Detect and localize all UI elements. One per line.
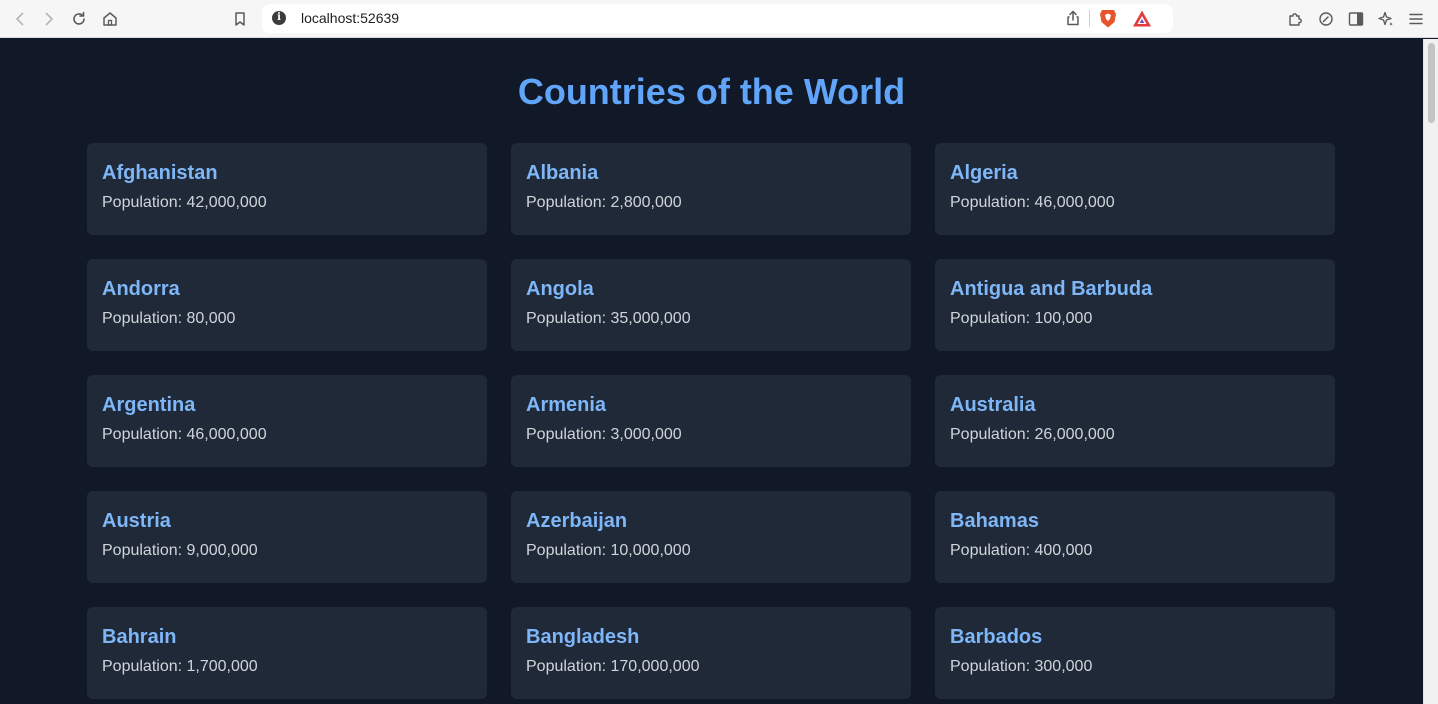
country-population: Population: 80,000 [102,310,236,327]
country-card: Albania Population: 2,800,000 [511,143,911,235]
country-name: Bahamas [950,510,1039,532]
bookmark-button[interactable] [229,8,251,30]
country-card: Australia Population: 26,000,000 [935,375,1335,467]
extensions-button[interactable] [1284,8,1306,30]
country-name: Afghanistan [102,162,218,184]
country-name: Australia [950,394,1036,416]
country-name: Algeria [950,162,1018,184]
gauge-icon [1319,12,1333,26]
country-card: Angola Population: 35,000,000 [511,259,911,351]
leo-ai-button[interactable] [1375,8,1397,30]
country-name: Antigua and Barbuda [950,278,1153,300]
country-population: Population: 170,000,000 [526,658,700,675]
country-card: Austria Population: 9,000,000 [87,491,487,583]
country-card: Bahamas Population: 400,000 [935,491,1335,583]
country-name: Albania [526,162,599,184]
hamburger-menu-icon [1409,13,1423,25]
country-card: Barbados Population: 300,000 [935,607,1335,699]
home-button[interactable] [99,8,121,30]
page-title: Countries of the World [517,71,906,112]
country-card: Afghanistan Population: 42,000,000 [87,143,487,235]
country-population: Population: 400,000 [950,542,1093,559]
brave-rewards-icon[interactable] [1132,9,1152,28]
country-population: Population: 46,000,000 [102,426,267,443]
forward-button[interactable] [38,8,60,30]
country-grid: Afghanistan Population: 42,000,000 Alban… [87,143,1335,699]
address-bar-divider [1089,10,1090,27]
site-info-icon[interactable]: i [272,11,286,25]
country-population: Population: 35,000,000 [526,310,691,327]
scrollbar-thumb[interactable] [1428,43,1435,123]
country-name: Bahrain [102,626,177,648]
share-icon[interactable] [1064,9,1082,27]
page-content: Countries of the World Afghanistan Popul… [0,39,1423,704]
country-card: Azerbaijan Population: 10,000,000 [511,491,911,583]
vertical-scrollbar[interactable] [1423,39,1438,704]
sparkle-icon [1378,11,1393,26]
country-card: Argentina Population: 46,000,000 [87,375,487,467]
country-population: Population: 26,000,000 [950,426,1115,443]
country-name: Angola [526,278,594,300]
country-population: Population: 9,000,000 [102,542,258,559]
country-population: Population: 3,000,000 [526,426,682,443]
home-icon [103,12,117,26]
country-name: Azerbaijan [526,510,628,532]
reload-icon [73,11,85,25]
country-population: Population: 100,000 [950,310,1093,327]
country-name: Barbados [950,626,1043,648]
url-text[interactable]: localhost:52639 [301,10,399,26]
browser-toolbar: i localhost:52639 [0,0,1438,38]
back-arrow-icon [16,12,24,26]
speed-reader-button[interactable] [1315,8,1337,30]
back-button[interactable] [9,8,31,30]
country-name: Armenia [526,394,607,416]
country-population: Population: 46,000,000 [950,194,1115,211]
country-card: Andorra Population: 80,000 [87,259,487,351]
country-card: Algeria Population: 46,000,000 [935,143,1335,235]
bookmark-icon [235,12,245,26]
reload-button[interactable] [68,8,90,30]
country-population: Population: 1,700,000 [102,658,258,675]
country-name: Argentina [102,394,196,416]
country-card: Armenia Population: 3,000,000 [511,375,911,467]
sidebar-button[interactable] [1345,8,1367,30]
country-name: Andorra [102,278,180,300]
address-bar[interactable]: i localhost:52639 [262,4,1173,33]
country-population: Population: 2,800,000 [526,194,682,211]
puzzle-piece-icon [1289,13,1302,26]
sidebar-icon [1348,12,1364,26]
country-card: Antigua and Barbuda Population: 100,000 [935,259,1335,351]
country-population: Population: 42,000,000 [102,194,267,211]
country-name: Bangladesh [526,626,640,648]
country-population: Population: 300,000 [950,658,1093,675]
country-population: Population: 10,000,000 [526,542,691,559]
country-name: Austria [102,510,171,532]
menu-button[interactable] [1405,8,1427,30]
brave-shields-icon[interactable] [1098,8,1118,29]
country-card: Bahrain Population: 1,700,000 [87,607,487,699]
country-card: Bangladesh Population: 170,000,000 [511,607,911,699]
forward-arrow-icon [45,12,53,26]
